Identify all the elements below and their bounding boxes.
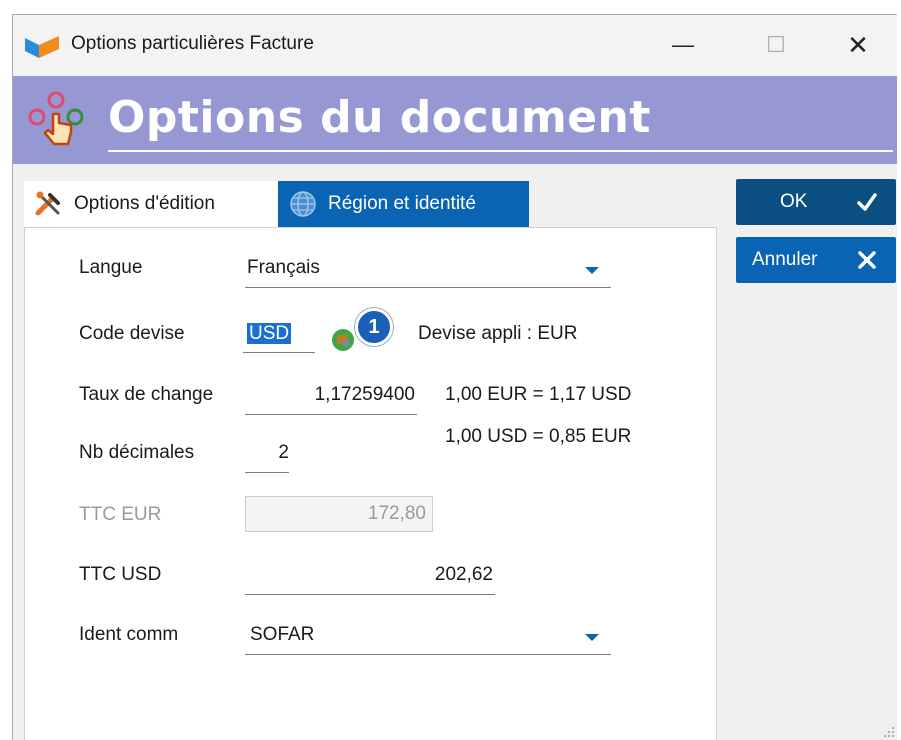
options-touch-icon [28, 91, 84, 146]
globe-icon [290, 191, 316, 217]
langue-label: Langue [79, 257, 143, 278]
code-devise-underline [243, 352, 315, 353]
currency-lookup-icon[interactable] [330, 326, 356, 352]
chevron-down-icon[interactable] [585, 267, 599, 274]
options-panel: Langue Français Code devise USD 1 Devise… [24, 227, 717, 740]
document-header: Options du document [13, 76, 897, 164]
ok-label: OK [780, 191, 808, 212]
ttc-eur-field: 172,80 [245, 496, 433, 532]
window-title: Options particulières Facture [71, 33, 314, 54]
devise-appli-text: Devise appli : EUR [418, 323, 578, 344]
tab-label: Région et identité [328, 193, 476, 214]
ok-button[interactable]: OK [736, 179, 896, 225]
code-devise-input[interactable]: USD [247, 323, 292, 345]
decimales-label: Nb décimales [79, 442, 195, 463]
taux-input[interactable]: 1,17259400 [245, 384, 415, 406]
dialog-window: Options particulières Facture — ☐ ✕ Opti… [12, 14, 897, 740]
ident-comm-label: Ident comm [79, 624, 179, 645]
tools-icon [35, 191, 60, 216]
taux-underline [245, 414, 417, 415]
langue-select[interactable] [245, 287, 611, 288]
ttc-usd-underline [245, 594, 495, 595]
header-underline [108, 150, 893, 152]
cancel-label: Annuler [752, 249, 818, 270]
step-badge: 1 [355, 308, 393, 346]
ttc-eur-label: TTC EUR [79, 504, 162, 525]
chevron-down-icon[interactable] [585, 634, 599, 641]
ident-comm-select-value[interactable]: SOFAR [250, 624, 314, 646]
ttc-usd-label: TTC USD [79, 564, 162, 585]
maximize-button[interactable]: ☐ [746, 23, 806, 67]
code-devise-label: Code devise [79, 323, 185, 344]
cancel-button[interactable]: Annuler [736, 237, 896, 283]
conversion-usd-eur: 1,00 USD = 0,85 EUR [445, 426, 632, 447]
app-logo-icon [25, 36, 59, 58]
close-button[interactable]: ✕ [828, 23, 888, 67]
checkmark-icon [857, 193, 877, 211]
ttc-usd-input[interactable]: 202,62 [245, 564, 493, 586]
ident-comm-select[interactable] [245, 654, 611, 655]
close-x-icon [858, 251, 876, 269]
tab-label: Options d'édition [74, 193, 215, 214]
page-title: Options du document [108, 92, 651, 143]
tab-options-edition[interactable]: Options d'édition [24, 181, 279, 227]
code-devise-selected-text: USD [247, 323, 292, 344]
conversion-eur-usd: 1,00 EUR = 1,17 USD [445, 384, 632, 405]
resize-grip-icon[interactable] [883, 726, 895, 738]
ttc-eur-value: 172,80 [367, 503, 426, 524]
decimales-underline [245, 472, 289, 473]
langue-select-value[interactable]: Français [247, 257, 320, 279]
title-bar[interactable]: Options particulières Facture — ☐ ✕ [13, 15, 897, 76]
tab-region-identite[interactable]: Région et identité [278, 181, 529, 227]
minimize-button[interactable]: — [653, 23, 713, 67]
taux-label: Taux de change [79, 384, 214, 405]
decimales-input[interactable]: 2 [245, 442, 289, 464]
